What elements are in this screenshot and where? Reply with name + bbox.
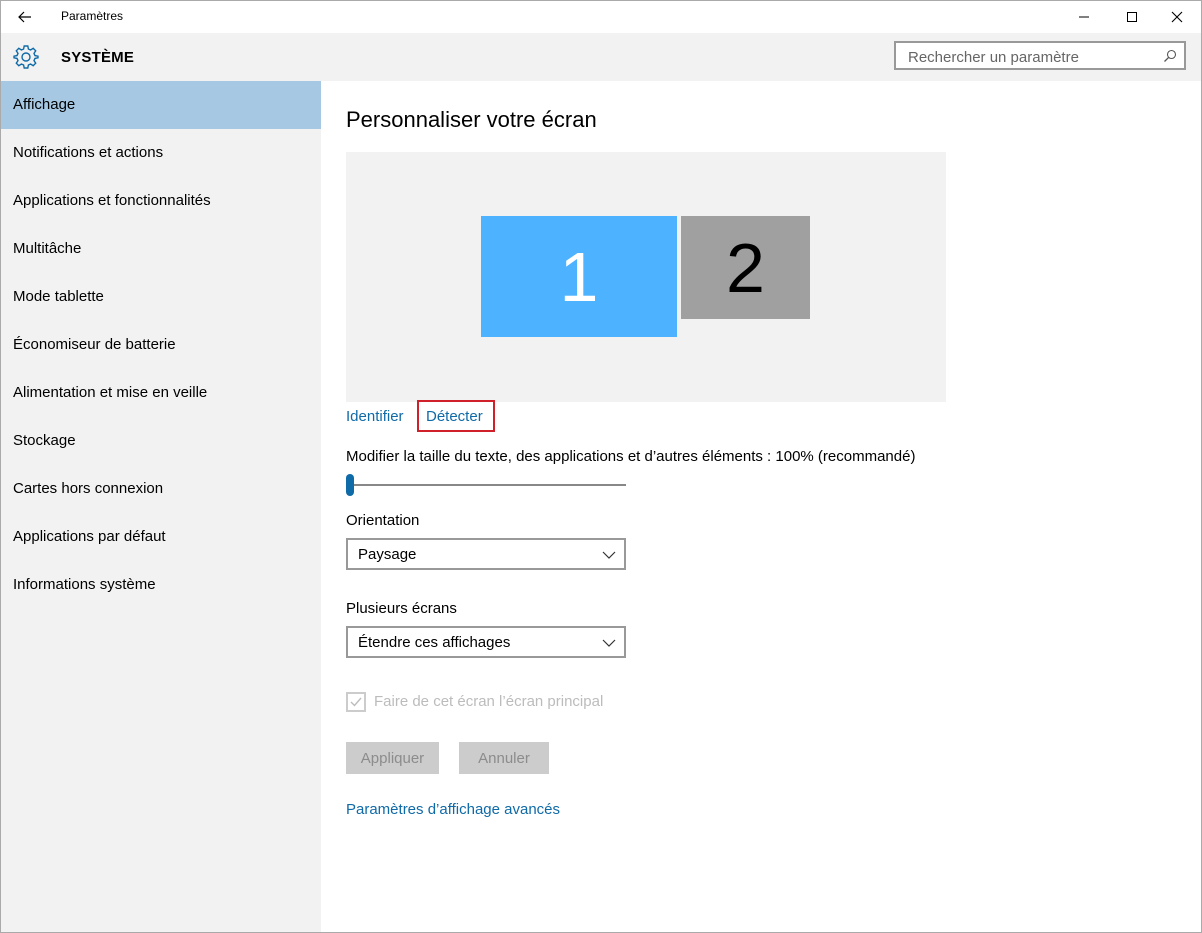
cancel-button[interactable]: Annuler	[459, 742, 549, 774]
sidebar: Affichage Notifications et actions Appli…	[1, 81, 321, 932]
sidebar-item-mode-tablette[interactable]: Mode tablette	[1, 273, 321, 321]
sidebar-item-affichage[interactable]: Affichage	[1, 81, 321, 129]
main-display-checkbox[interactable]	[346, 692, 366, 712]
page-title: Personnaliser votre écran	[346, 107, 597, 132]
close-icon	[1171, 11, 1183, 23]
settings-header: SYSTÈME	[1, 33, 1201, 81]
search-box[interactable]	[894, 41, 1186, 70]
display-arrangement: 1 2	[346, 152, 946, 402]
multiple-displays-value: Étendre ces affichages	[358, 634, 511, 651]
sidebar-item-economiseur-batterie[interactable]: Économiseur de batterie	[1, 321, 321, 369]
sidebar-item-stockage[interactable]: Stockage	[1, 417, 321, 465]
scale-slider-track[interactable]	[346, 484, 626, 486]
title-bar: Paramètres	[1, 1, 1201, 33]
gear-icon	[13, 45, 39, 69]
multiple-displays-select[interactable]: Étendre ces affichages	[346, 626, 626, 658]
orientation-select[interactable]: Paysage	[346, 538, 626, 570]
advanced-display-settings-link[interactable]: Paramètres d’affichage avancés	[346, 801, 560, 818]
monitor-1[interactable]: 1	[481, 216, 677, 337]
sidebar-item-multitache[interactable]: Multitâche	[1, 225, 321, 273]
maximize-button[interactable]	[1109, 1, 1155, 33]
sidebar-item-alimentation[interactable]: Alimentation et mise en veille	[1, 369, 321, 417]
orientation-label: Orientation	[346, 512, 420, 529]
back-arrow-icon	[18, 11, 31, 23]
minimize-button[interactable]	[1061, 1, 1107, 33]
multiple-displays-label: Plusieurs écrans	[346, 600, 457, 617]
identify-link[interactable]: Identifier	[346, 408, 404, 425]
orientation-value: Paysage	[358, 546, 417, 563]
main-content: Personnaliser votre écran 1 2 Identifier…	[321, 81, 1201, 932]
main-display-label: Faire de cet écran l’écran principal	[374, 693, 604, 710]
close-button[interactable]	[1154, 1, 1200, 33]
search-icon	[1164, 49, 1177, 62]
window-title: Paramètres	[61, 9, 124, 23]
maximize-icon	[1127, 12, 1137, 22]
scale-label: Modifier la taille du texte, des applica…	[346, 448, 916, 465]
sidebar-item-informations[interactable]: Informations système	[1, 561, 321, 609]
sidebar-item-notifications[interactable]: Notifications et actions	[1, 129, 321, 177]
chevron-down-icon	[602, 639, 616, 647]
back-button[interactable]	[9, 3, 41, 31]
monitor-2[interactable]: 2	[681, 216, 810, 319]
detect-link[interactable]: Détecter	[426, 408, 483, 425]
checkmark-icon	[350, 697, 362, 707]
scale-slider-thumb[interactable]	[346, 474, 354, 496]
section-title: SYSTÈME	[61, 49, 135, 66]
sidebar-item-cartes[interactable]: Cartes hors connexion	[1, 465, 321, 513]
sidebar-item-applications[interactable]: Applications et fonctionnalités	[1, 177, 321, 225]
apply-button[interactable]: Appliquer	[346, 742, 439, 774]
chevron-down-icon	[602, 551, 616, 559]
settings-window: Paramètres SYSTÈME Rechercher un paramèt…	[0, 0, 1202, 933]
sidebar-item-applications-defaut[interactable]: Applications par défaut	[1, 513, 321, 561]
search-input[interactable]	[906, 47, 1160, 67]
minimize-icon	[1079, 16, 1089, 18]
